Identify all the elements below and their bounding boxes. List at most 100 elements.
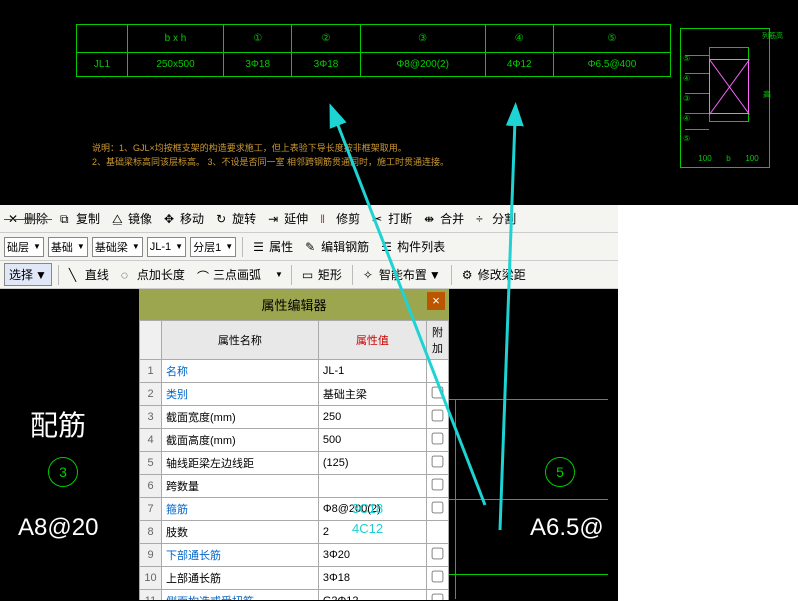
row-value[interactable]: JL-1 [318,360,426,383]
point-length-button[interactable]: ◌点加长度 [117,264,189,285]
row-name[interactable]: 类别 [162,383,319,406]
row-name[interactable]: 名称 [162,360,319,383]
row-name[interactable]: 上部通长筋 [162,567,319,590]
table-row[interactable]: 2类别基础主梁 [140,383,449,406]
layer-dropdown[interactable]: 础层▼ [4,237,44,257]
three-arc-button[interactable]: ⌒三点画弧 [193,264,265,285]
row-idx: 8 [140,521,162,544]
chevron-down-icon: ▼ [225,242,233,251]
edit-beam-button[interactable]: ⚙修改梁距 [458,264,530,285]
copy-button[interactable]: ⧉复制 [56,208,104,229]
beam-dropdown[interactable]: 基础梁▼ [92,237,143,257]
row-chk[interactable] [427,452,449,475]
row-value[interactable]: 基础主梁 [318,383,426,406]
rotate-button[interactable]: ↻旋转 [212,208,260,229]
row-name[interactable]: 截面宽度(mm) [162,406,319,429]
table-row[interactable]: 1名称JL-1 [140,360,449,383]
attach-checkbox[interactable] [432,387,444,399]
row-name[interactable]: 跨数量 [162,475,319,498]
chevron-down-icon: ▼ [77,242,85,251]
row-chk[interactable] [427,498,449,521]
split-button[interactable]: ÷分割 [472,208,520,229]
jl-dropdown[interactable]: JL-1▼ [147,237,186,257]
cad-h-0 [77,25,128,53]
table-row[interactable]: 5轴线距梁左边线距(125) [140,452,449,475]
attach-checkbox[interactable] [432,479,444,491]
rect-button[interactable]: ▭矩形 [298,264,346,285]
row-chk[interactable] [427,475,449,498]
table-row[interactable]: 9下部通长筋3Φ20 [140,544,449,567]
row-chk[interactable] [427,360,449,383]
row-idx: 10 [140,567,162,590]
attach-checkbox[interactable] [432,433,444,445]
attach-checkbox[interactable] [432,571,444,583]
row-value[interactable] [318,475,426,498]
cad-h-2: ① [224,25,292,53]
property-table[interactable]: 属性名称 属性值 附加 1名称JL-12类别基础主梁3截面宽度(mm)2504截… [139,320,449,600]
row-chk[interactable] [427,383,449,406]
row-name[interactable]: 箍筋 [162,498,319,521]
mirror-button[interactable]: ⧋镜像 [108,208,156,229]
break-button[interactable]: ✂打断 [368,208,416,229]
row-name[interactable]: 截面高度(mm) [162,429,319,452]
break-icon: ✂ [372,212,386,226]
extend-button[interactable]: ⇥延伸 [264,208,312,229]
attach-checkbox[interactable] [432,456,444,468]
table-row[interactable]: 8肢数2 [140,521,449,544]
bg-label-a65: A6.5@ [530,514,604,542]
line-button[interactable]: ╲直线 [65,264,113,285]
property-button[interactable]: ☰属性 [249,236,297,257]
row-value[interactable]: 250 [318,406,426,429]
cad-r-4: Φ8@200(2) [360,53,485,77]
chevron-down-icon: ▼ [275,270,283,279]
cad-note-1: 说明：1、GJL×均按框支架的构造要求施工，但上表验下导长度按非框架取用。 [92,142,449,156]
row-value[interactable]: 3Φ20 [318,544,426,567]
cad-rebar-header: b x h ① ② ③ ④ ⑤ [77,25,671,53]
cad-r-0: JL1 [77,53,128,77]
row-value[interactable]: (125) [318,452,426,475]
table-row[interactable]: 10上部通长筋3Φ18 [140,567,449,590]
delete-icon: ✕ [8,212,22,226]
cad-h-4: ③ [360,25,485,53]
rect-icon: ▭ [302,268,316,282]
row-value[interactable]: 3Φ18 [318,567,426,590]
edit-rebar-button[interactable]: ✎编辑钢筋 [301,236,373,257]
attach-checkbox[interactable] [432,594,444,600]
row-value[interactable]: G2Φ12 [318,590,426,601]
cad-h-6: ⑤ [553,25,670,53]
row-chk[interactable] [427,590,449,601]
row-chk[interactable] [427,429,449,452]
select-button[interactable]: 选择 ▼ [4,263,52,286]
row-idx: 2 [140,383,162,406]
attach-checkbox[interactable] [432,410,444,422]
mirror-icon: ⧋ [112,212,126,226]
attach-checkbox[interactable] [432,502,444,514]
attach-checkbox[interactable] [432,548,444,560]
delete-button[interactable]: ✕删除 [4,208,52,229]
table-row[interactable]: 11侧面构造或受扭筋G2Φ12 [140,590,449,601]
edit-icon: ⚙ [462,268,476,282]
row-value[interactable]: 500 [318,429,426,452]
row-name[interactable]: 下部通长筋 [162,544,319,567]
row-chk[interactable] [427,544,449,567]
table-row[interactable]: 3截面宽度(mm)250 [140,406,449,429]
comp-list-button[interactable]: ☶构件列表 [377,236,449,257]
row-chk[interactable] [427,567,449,590]
close-button[interactable]: × [427,292,445,310]
row-chk[interactable] [427,521,449,544]
smart-place-button[interactable]: ✧智能布置 ▼ [359,264,445,285]
base-dropdown[interactable]: 基础▼ [48,237,88,257]
row-name[interactable]: 轴线距梁左边线距 [162,452,319,475]
merge-button[interactable]: ⇼合并 [420,208,468,229]
legend-side: 列筋高 [762,31,783,41]
table-row[interactable]: 7箍筋Φ8@200(2) [140,498,449,521]
table-row[interactable]: 4截面高度(mm)500 [140,429,449,452]
row-name[interactable]: 肢数 [162,521,319,544]
row-name[interactable]: 侧面构造或受扭筋 [162,590,319,601]
trim-button[interactable]: ‖修剪 [316,208,364,229]
row-chk[interactable] [427,406,449,429]
draw-more-dropdown[interactable]: ▼ [269,265,285,285]
move-button[interactable]: ✥移动 [160,208,208,229]
table-row[interactable]: 6跨数量 [140,475,449,498]
floor-dropdown[interactable]: 分层1▼ [190,237,236,257]
